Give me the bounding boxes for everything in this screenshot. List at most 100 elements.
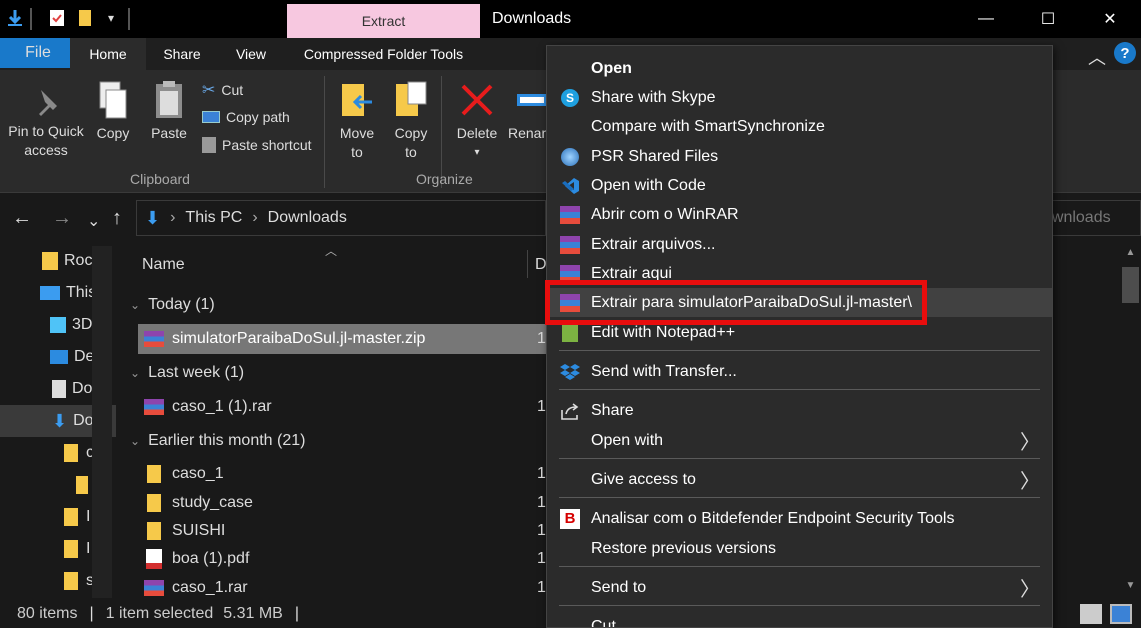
breadcrumb-downloads[interactable]: Downloads [268,209,347,227]
chevron-right-icon: 〉 [1020,432,1040,454]
file-row[interactable]: SUISHI [138,516,225,546]
paste-icon [152,80,186,120]
folder-icon [147,465,161,483]
close-icon: ✕ [1103,11,1117,28]
scrollbar-thumb[interactable] [1122,267,1139,303]
file-row-selected[interactable]: simulatorParaibaDoSul.jl-master.zip [138,324,558,354]
menu-item-send-to[interactable]: Send to 〉 [547,573,1052,602]
help-icon[interactable]: ? [1114,42,1136,64]
file-row[interactable]: study_case [138,488,253,518]
menu-item-cut[interactable]: Cut [547,612,1052,628]
group-header-earlier[interactable]: ⌄ Earlier this month (21) [130,432,305,450]
column-divider[interactable] [527,250,528,278]
item-count: 80 items [17,605,78,622]
paste-button[interactable]: Paste [146,80,192,143]
menu-separator [559,566,1040,567]
context-menu: Open S Share with Skype Compare with Sma… [546,45,1053,628]
menu-item-send-transfer[interactable]: Send with Transfer... [547,357,1052,386]
move-to-label: Move to [339,125,375,160]
menu-item-give-access[interactable]: Give access to 〉 [547,465,1052,494]
menu-item-open-with[interactable]: Open with 〉 [547,426,1052,455]
minimize-button[interactable]: — [955,0,1017,38]
download-arrow-icon[interactable] [6,9,24,27]
menu-item-open-with-code[interactable]: Open with Code [547,171,1052,200]
quick-access-dropdown-icon[interactable]: ▾ [102,9,120,27]
file-list-scrollbar[interactable]: ▲ ▼ [1120,247,1141,600]
file-name: boa (1).pdf [172,550,250,567]
menu-separator [559,605,1040,606]
file-date: 1 [537,494,546,511]
cut-button[interactable]: ✂ Cut [202,80,243,100]
pin-label: Pin to Quick access [8,123,84,158]
cube-icon [50,317,66,333]
menu-separator [559,458,1040,459]
back-arrow-icon[interactable]: ← [12,207,32,230]
column-header-name[interactable]: Name [142,256,185,274]
up-arrow-icon[interactable]: ↑ [112,207,122,230]
menu-label: Share with Skype [591,88,716,106]
nav-pane-scrollbar[interactable] [92,246,112,598]
tab-home[interactable]: Home [70,38,146,70]
move-to-button[interactable]: Move to [334,80,380,162]
file-row[interactable]: caso_1.rar [138,573,248,603]
delete-dropdown-icon[interactable]: ▾ [452,143,502,162]
menu-label: Send to [591,578,647,596]
address-bar[interactable]: ⬇ › This PC › Downloads [136,200,546,236]
pin-quick-access-button[interactable]: Pin to Quick access [4,84,88,160]
menu-item-winrar-open[interactable]: Abrir com o WinRAR [547,200,1052,229]
large-icons-view-icon[interactable] [1110,604,1132,624]
new-folder-icon[interactable] [76,9,94,27]
highlight-annotation [545,280,927,325]
copy-button[interactable]: Copy [90,80,136,143]
ribbon-divider [324,76,325,188]
close-button[interactable]: ✕ [1079,0,1141,38]
file-row[interactable]: boa (1).pdf [138,544,249,574]
column-header-date[interactable]: D [535,256,547,274]
details-view-icon[interactable] [1080,604,1102,624]
folder-icon [147,522,161,540]
maximize-button[interactable]: ☐ [1017,0,1079,38]
paste-shortcut-icon [202,137,216,153]
minimize-icon: — [978,10,994,27]
bitdefender-icon: B [559,508,581,530]
delete-button[interactable]: Delete ▾ [452,80,502,162]
menu-item-restore-versions[interactable]: Restore previous versions [547,534,1052,563]
group-header-today[interactable]: ⌄ Today (1) [130,296,215,314]
menu-item-bitdefender[interactable]: B Analisar com o Bitdefender Endpoint Se… [547,504,1052,533]
forward-arrow-icon[interactable]: → [52,207,72,230]
breadcrumb-this-pc[interactable]: This PC [185,209,242,227]
file-row[interactable]: caso_1 [138,459,224,489]
menu-item-share[interactable]: Share [547,396,1052,425]
selected-size: 5.31 MB [223,605,283,622]
group-header-last-week[interactable]: ⌄ Last week (1) [130,364,244,382]
menu-label: Send with Transfer... [591,362,737,380]
menu-label: Extrair arquivos... [591,235,716,253]
tab-view[interactable]: View [218,38,284,70]
properties-icon[interactable] [48,9,66,27]
tab-file[interactable]: File [0,38,70,68]
menu-label: Open with Code [591,176,706,194]
collapse-ribbon-icon[interactable]: ︿ [1088,44,1106,70]
copy-to-button[interactable]: Copy to [388,80,434,162]
menu-item-smartsynchronize[interactable]: Compare with SmartSynchronize [547,112,1052,141]
menu-item-extract-files[interactable]: Extrair arquivos... [547,230,1052,259]
copy-path-button[interactable]: Copy path [202,109,290,125]
paste-shortcut-button[interactable]: Paste shortcut [202,137,312,153]
scroll-up-icon[interactable]: ▲ [1122,247,1139,265]
file-row[interactable]: caso_1 (1).rar [138,392,272,422]
menu-item-open[interactable]: Open [547,54,1052,83]
recent-locations-icon[interactable]: ⌄ [87,211,100,231]
maximize-icon: ☐ [1040,11,1056,28]
dropbox-icon [559,361,581,383]
nav-label: 3D [72,316,93,333]
tab-compressed-folder-tools[interactable]: Compressed Folder Tools [287,38,480,70]
scroll-down-icon[interactable]: ▼ [1122,580,1139,598]
menu-item-psr-shared[interactable]: PSR Shared Files [547,142,1052,171]
extract-tab-header[interactable]: Extract [287,4,480,38]
winrar-icon [559,234,581,256]
nav-label: Do [72,380,93,397]
menu-item-share-skype[interactable]: S Share with Skype [547,83,1052,112]
nav-label: Roc [64,252,93,269]
menu-label: Share [591,401,634,419]
tab-share[interactable]: Share [150,38,214,70]
